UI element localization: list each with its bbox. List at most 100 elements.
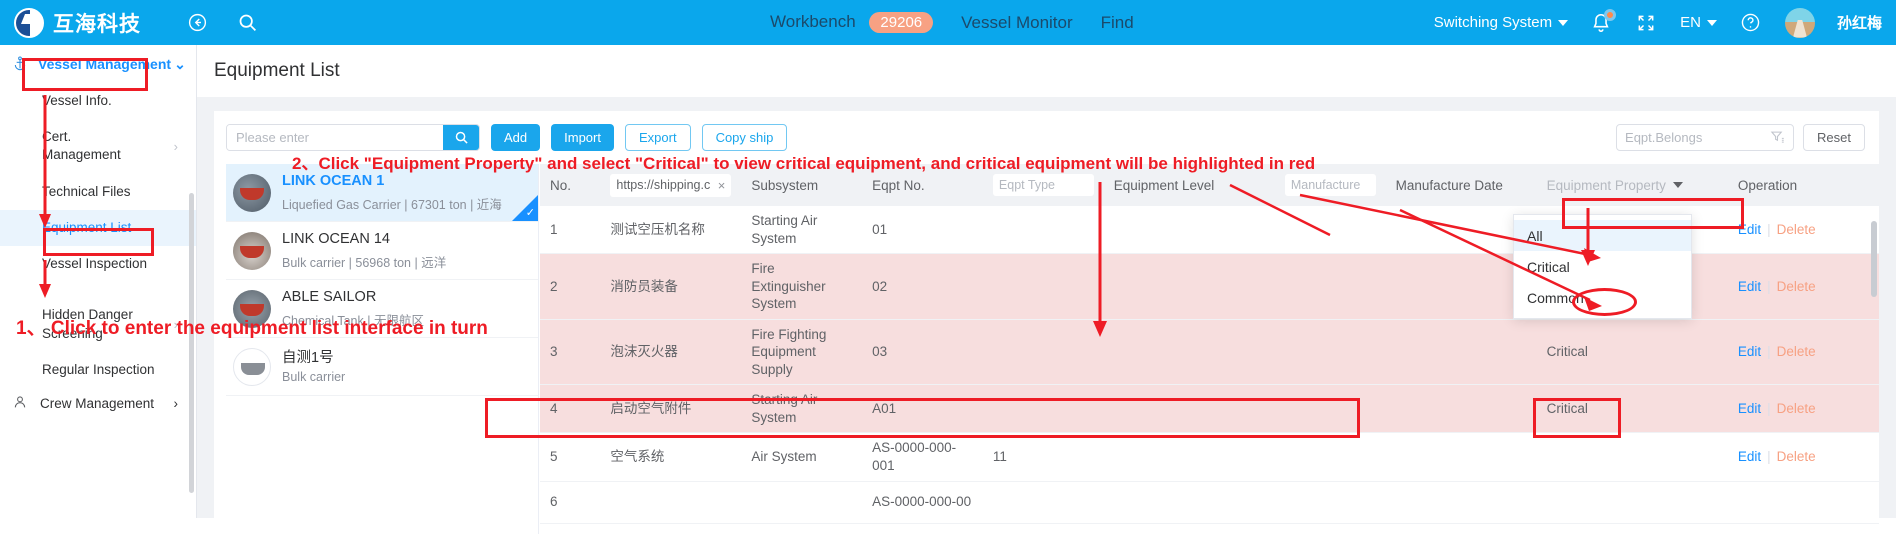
- col-eqpt-type-filter[interactable]: Eqpt Type: [982, 164, 1104, 206]
- delete-link[interactable]: Delete: [1777, 401, 1816, 416]
- table-row[interactable]: 3 泡沫灭火器 Fire Fighting Equipment Supply 0…: [540, 319, 1879, 386]
- help-icon[interactable]: [1739, 11, 1763, 35]
- cell-level: [1103, 384, 1275, 434]
- divider: |: [1767, 449, 1771, 465]
- chevron-down-icon: [1672, 182, 1683, 188]
- bell-icon[interactable]: [1590, 8, 1617, 34]
- chevron-down-icon: [1706, 20, 1717, 27]
- vessel-meta: Bulk carrier | 56968 ton | 远洋: [282, 255, 447, 270]
- cell-no: 6: [540, 481, 601, 524]
- cell-eqpt-no: 03: [862, 319, 983, 386]
- avatar[interactable]: [1784, 7, 1815, 38]
- col-manufacture-date: Manufacture Date: [1385, 164, 1537, 206]
- chevron-right-icon: ›: [173, 138, 178, 154]
- sidebar-item-label: Hidden Danger Screening: [42, 307, 133, 341]
- col-equipment-property[interactable]: Equipment Property: [1536, 164, 1728, 206]
- delete-link[interactable]: Delete: [1777, 449, 1816, 464]
- search-button[interactable]: [443, 125, 479, 150]
- close-icon[interactable]: ×: [718, 178, 726, 193]
- col-manufacture-filter[interactable]: Manufacture: [1274, 164, 1386, 206]
- equipment-property-label: Equipment Property: [1546, 177, 1666, 193]
- sidebar-group-crew-management[interactable]: Crew Management ›: [0, 388, 196, 419]
- nav-link-workbench[interactable]: Workbench 29206: [770, 11, 934, 33]
- sidebar-group-label: Crew Management: [40, 395, 155, 411]
- export-button[interactable]: Export: [624, 124, 691, 151]
- vessel-meta: Bulk carrier: [282, 370, 346, 385]
- cell-no: 3: [540, 319, 601, 386]
- chevron-right-icon: ›: [173, 316, 178, 332]
- table-row[interactable]: 5 空气系统 Air System AS-0000-000-001 11 Edi…: [540, 432, 1879, 482]
- cell-manufacture: [1274, 432, 1386, 482]
- sidebar-item-hidden-danger-screening[interactable]: Hidden Danger Screening ›: [0, 282, 196, 351]
- delete-link[interactable]: Delete: [1777, 344, 1816, 359]
- notification-dot: [1604, 8, 1617, 21]
- cell-property: Critical: [1536, 384, 1728, 434]
- vessel-list-item[interactable]: ABLE SAILOR Chemical Tank | 无限航区: [226, 280, 538, 338]
- edit-link[interactable]: Edit: [1738, 222, 1761, 237]
- language-label: EN: [1680, 14, 1701, 31]
- back-arrow-icon[interactable]: [185, 11, 209, 35]
- sidebar-item-regular-inspection[interactable]: Regular Inspection: [0, 352, 196, 388]
- equipment-property-dropdown[interactable]: All Critical Common: [1513, 214, 1692, 319]
- col-name-filter[interactable]: https://shipping.c ×: [600, 164, 742, 206]
- sidebar-item-label: Technical Files: [42, 183, 131, 199]
- delete-link[interactable]: Delete: [1777, 279, 1816, 294]
- sidebar-group-vessel-management[interactable]: Vessel Management ⌄: [0, 45, 196, 83]
- fullscreen-icon[interactable]: [1634, 11, 1658, 35]
- sidebar-scrollbar[interactable]: [189, 193, 194, 493]
- divider: |: [1767, 221, 1771, 237]
- vessel-avatar-icon: [233, 347, 271, 386]
- eqpt-belongs-select[interactable]: Eqpt.Belongs: [1616, 124, 1795, 151]
- cell-no: 2: [540, 253, 601, 320]
- sidebar-item-cert-management[interactable]: Cert. Management ›: [0, 119, 196, 173]
- search-input[interactable]: [227, 125, 443, 150]
- sidebar-item-equipment-list[interactable]: Equipment List: [0, 209, 196, 247]
- cell-operation: [1727, 481, 1879, 524]
- dropdown-option-common[interactable]: Common: [1514, 282, 1691, 313]
- cell-level: [1103, 253, 1275, 320]
- import-button[interactable]: Import: [551, 124, 614, 151]
- copy-ship-button[interactable]: Copy ship: [701, 124, 788, 151]
- language-selector[interactable]: EN: [1680, 14, 1717, 31]
- vessel-name: 自测1号: [282, 349, 334, 366]
- edit-link[interactable]: Edit: [1738, 344, 1761, 359]
- vessel-list-item[interactable]: 自测1号 Bulk carrier: [226, 338, 538, 396]
- page-title: Equipment List: [197, 45, 1896, 97]
- table-header-row: No. https://shipping.c × Subsystem Eqpt …: [540, 164, 1879, 206]
- cell-manufacture-date: [1385, 384, 1537, 434]
- edit-link[interactable]: Edit: [1738, 401, 1761, 416]
- add-button[interactable]: Add: [491, 124, 541, 151]
- sidebar-item-vessel-inspection[interactable]: Vessel Inspection: [0, 246, 196, 282]
- search-box[interactable]: [226, 124, 480, 151]
- dropdown-option-critical[interactable]: Critical: [1514, 251, 1691, 282]
- sidebar-item-vessel-info[interactable]: Vessel Info.: [0, 83, 196, 119]
- eqpt-type-filter-input[interactable]: Eqpt Type: [992, 174, 1094, 196]
- table-scrollbar[interactable]: [1871, 221, 1877, 297]
- chevron-down-icon: ⌄: [174, 55, 186, 72]
- divider: |: [1767, 344, 1771, 360]
- cell-operation: Edit | Delete: [1727, 384, 1879, 434]
- cell-manufacture: [1274, 253, 1386, 320]
- cell-name: 消防员装备: [600, 253, 742, 320]
- app-logo[interactable]: 互海科技: [14, 7, 141, 38]
- name-filter-input[interactable]: https://shipping.c ×: [610, 173, 732, 197]
- reset-button[interactable]: Reset: [1803, 124, 1865, 151]
- edit-link[interactable]: Edit: [1738, 449, 1761, 464]
- table-row[interactable]: 6 AS-0000-000-00: [540, 481, 1879, 524]
- nav-link-workbench-label: Workbench: [770, 11, 856, 31]
- cell-property: Critical: [1536, 319, 1728, 386]
- sidebar-item-technical-files[interactable]: Technical Files: [0, 174, 196, 210]
- table-row[interactable]: 4 启动空气附件 Starting Air System A01 Critica…: [540, 384, 1879, 434]
- search-icon[interactable]: [235, 11, 259, 35]
- equipment-property-select[interactable]: Equipment Property: [1547, 178, 1718, 193]
- vessel-list-item[interactable]: LINK OCEAN 14 Bulk carrier | 56968 ton |…: [226, 222, 538, 280]
- vessel-list-item[interactable]: LINK OCEAN 1 Liquefied Gas Carrier | 673…: [226, 164, 538, 222]
- manufacture-filter-input[interactable]: Manufacture: [1284, 174, 1376, 196]
- user-name[interactable]: 孙红梅: [1837, 12, 1882, 33]
- dropdown-option-all[interactable]: All: [1514, 220, 1691, 251]
- nav-link-find[interactable]: Find: [1101, 13, 1134, 33]
- nav-link-vessel-monitor[interactable]: Vessel Monitor: [961, 13, 1073, 33]
- edit-link[interactable]: Edit: [1738, 279, 1761, 294]
- switching-system-dropdown[interactable]: Switching System: [1434, 14, 1569, 31]
- delete-link[interactable]: Delete: [1777, 222, 1816, 237]
